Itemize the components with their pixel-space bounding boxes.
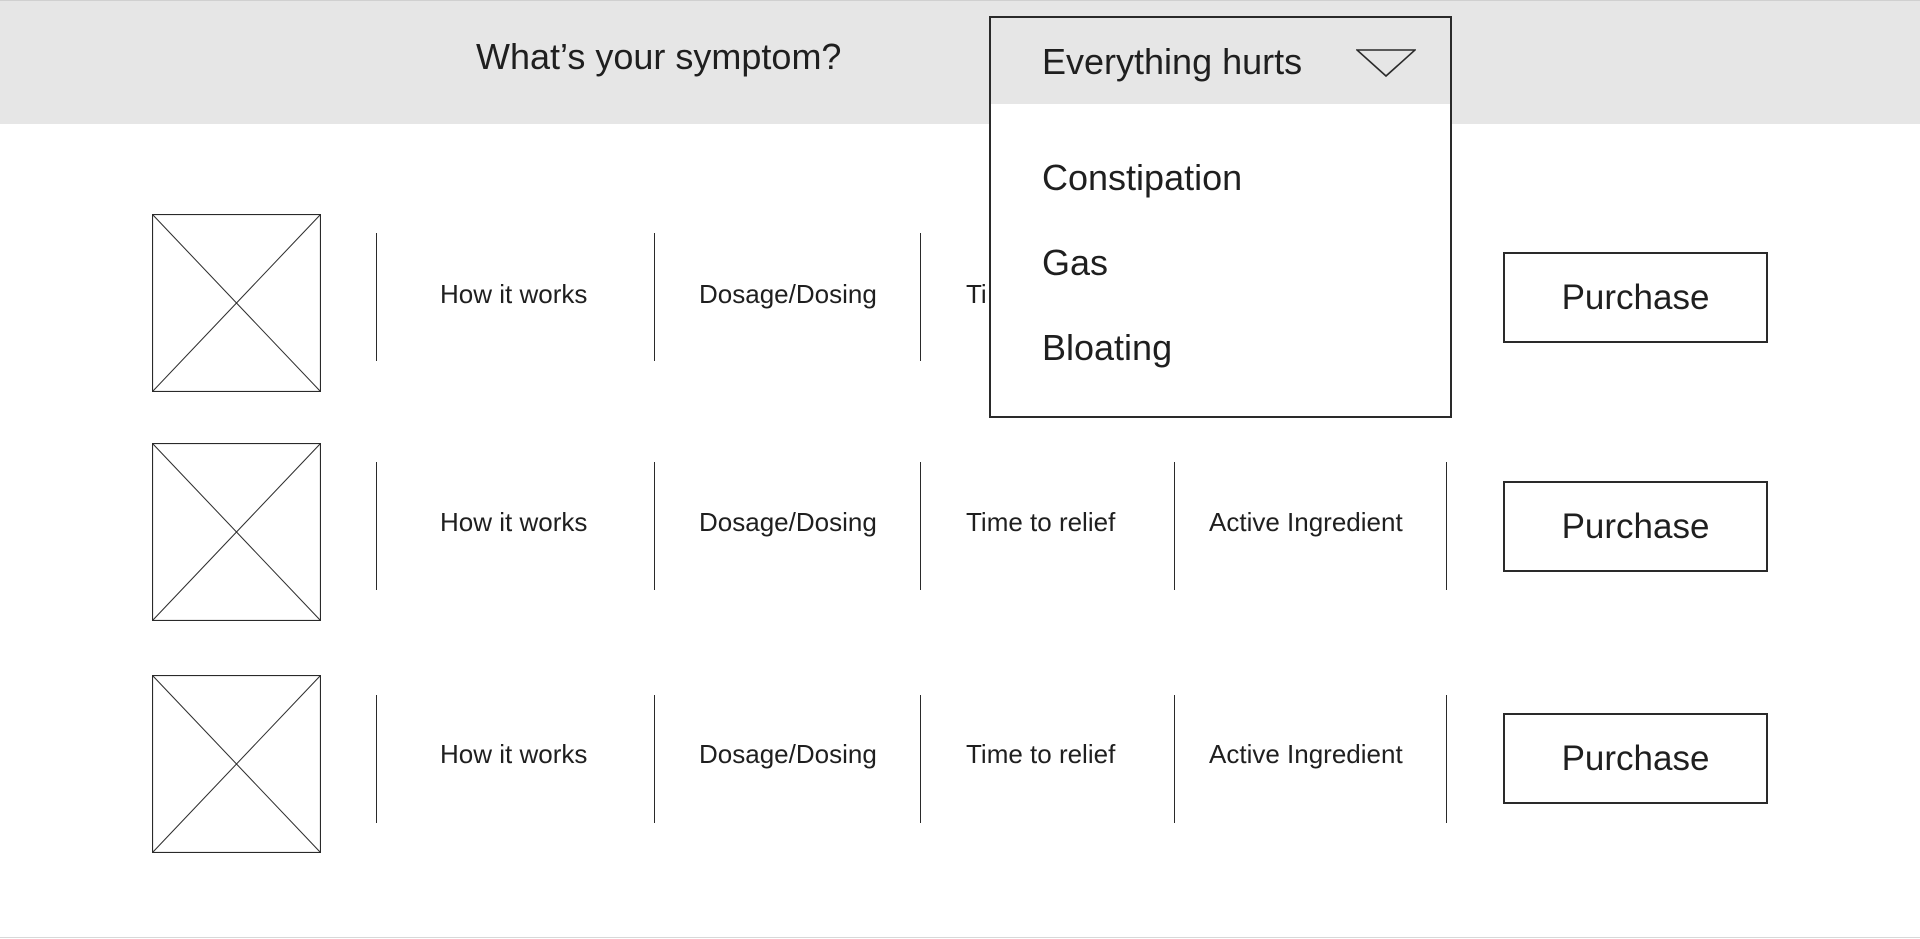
column-divider [1174, 695, 1175, 823]
column-divider [376, 695, 377, 823]
time-to-relief-link[interactable]: Ti [966, 278, 987, 310]
column-divider [654, 695, 655, 823]
active-ingredient-link[interactable]: Active Ingredient [1209, 506, 1403, 538]
active-ingredient-link[interactable]: Active Ingredient [1209, 738, 1403, 770]
image-placeholder-icon [152, 675, 321, 853]
purchase-button[interactable]: Purchase [1503, 481, 1768, 572]
column-divider [654, 462, 655, 590]
symptom-dropdown-value: Everything hurts [1042, 41, 1303, 82]
column-divider [920, 462, 921, 590]
dosage-link[interactable]: Dosage/Dosing [699, 738, 877, 770]
product-row: How it works Dosage/Dosing Time to relie… [0, 675, 1920, 855]
column-divider [920, 695, 921, 823]
how-it-works-link[interactable]: How it works [440, 278, 587, 310]
dropdown-option-constipation[interactable]: Constipation [1042, 156, 1242, 200]
dropdown-option-bloating[interactable]: Bloating [1042, 326, 1172, 370]
time-to-relief-link[interactable]: Time to relief [966, 506, 1115, 538]
dosage-link[interactable]: Dosage/Dosing [699, 278, 877, 310]
page: What’s your symptom? Everything hurts Co… [0, 0, 1920, 939]
header-bar: What’s your symptom? Everything hurts [0, 0, 1920, 124]
how-it-works-link[interactable]: How it works [440, 738, 587, 770]
column-divider [920, 233, 921, 361]
column-divider [1446, 695, 1447, 823]
triangle-down-icon [1356, 49, 1416, 78]
bottom-rule [0, 937, 1920, 938]
dropdown-option-gas[interactable]: Gas [1042, 241, 1108, 285]
image-placeholder-icon [152, 443, 321, 621]
product-row: How it works Dosage/Dosing Ti Purchase [0, 214, 1920, 394]
column-divider [1174, 462, 1175, 590]
symptom-dropdown-menu: Constipation Gas Bloating [989, 104, 1452, 418]
purchase-button[interactable]: Purchase [1503, 252, 1768, 343]
dosage-link[interactable]: Dosage/Dosing [699, 506, 877, 538]
symptom-dropdown[interactable]: Everything hurts [989, 16, 1452, 106]
column-divider [654, 233, 655, 361]
purchase-button[interactable]: Purchase [1503, 713, 1768, 804]
column-divider [376, 462, 377, 590]
time-to-relief-link[interactable]: Time to relief [966, 738, 1115, 770]
image-placeholder-icon [152, 214, 321, 392]
symptom-question: What’s your symptom? [476, 36, 842, 77]
column-divider [1446, 462, 1447, 590]
column-divider [376, 233, 377, 361]
product-row: How it works Dosage/Dosing Time to relie… [0, 443, 1920, 623]
how-it-works-link[interactable]: How it works [440, 506, 587, 538]
